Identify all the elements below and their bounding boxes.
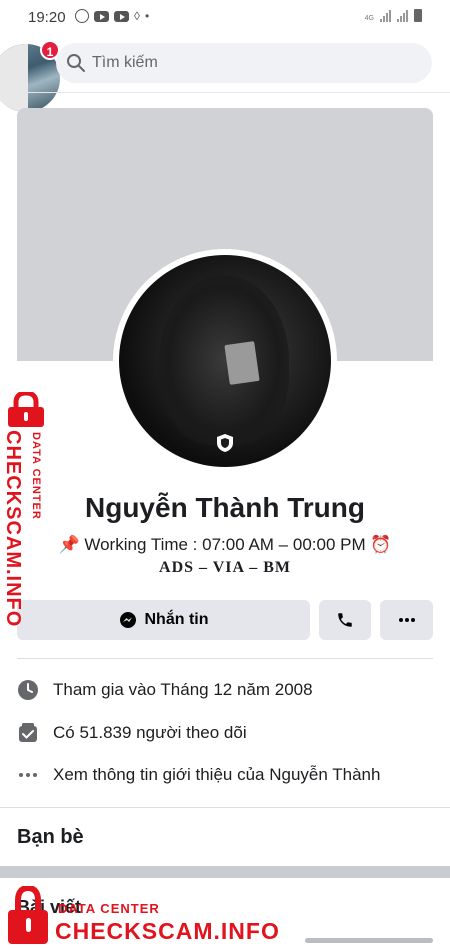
status-bar: 19:20 ◊ • 4G xyxy=(0,0,450,34)
profile-name: Nguyễn Thành Trung xyxy=(85,492,365,523)
profile-guard-shield-icon xyxy=(217,434,233,452)
section-separator xyxy=(0,866,450,878)
intro-divider xyxy=(17,658,433,659)
watermark-main-text-bottom: CHECKSCAM.INFO xyxy=(55,918,280,944)
signal-icon xyxy=(380,10,391,22)
see-intro-row[interactable]: Xem thông tin giới thiệu của Nguyễn Thàn… xyxy=(17,762,380,788)
search-bar[interactable]: Tìm kiếm xyxy=(56,43,432,83)
more-options-button[interactable] xyxy=(380,600,433,640)
header-divider xyxy=(0,92,450,93)
call-button[interactable] xyxy=(319,600,371,640)
youtube-status-icon-2 xyxy=(114,10,129,22)
message-button[interactable]: Nhắn tin xyxy=(17,600,310,640)
ethereum-status-icon: ◊ xyxy=(134,9,140,23)
battery-icon xyxy=(414,9,422,22)
watermark-small-text-bottom: DATA CENTER xyxy=(58,901,160,916)
watermark-main-text: CHECKSCAM.INFO xyxy=(2,430,24,628)
see-intro-text: Xem thông tin giới thiệu của Nguyễn Thàn… xyxy=(53,765,381,784)
ellipsis-icon xyxy=(17,764,39,786)
story-avatar-half xyxy=(0,44,28,112)
status-time: 19:20 xyxy=(28,9,66,26)
clock-icon xyxy=(17,679,39,701)
profile-photo[interactable] xyxy=(113,249,337,473)
messenger-icon xyxy=(119,612,136,628)
search-placeholder: Tìm kiếm xyxy=(92,54,158,71)
bio-working-time: 📌 Working Time : 07:00 AM – 00:00 PM ⏰ xyxy=(58,535,392,554)
search-icon xyxy=(67,54,85,72)
bio-services: ADS – VIA – BM xyxy=(159,559,291,576)
phone-icon xyxy=(338,613,352,627)
section-divider xyxy=(0,807,450,808)
followers-text: Có 51.839 người theo dõi xyxy=(53,723,247,742)
status-system-icons: 4G xyxy=(365,9,422,22)
gesture-nav-bar[interactable] xyxy=(305,938,433,943)
more-dots-icon xyxy=(398,618,415,622)
followers-row[interactable]: Có 51.839 người theo dõi xyxy=(17,720,247,746)
watermark-lock-icon-bottom xyxy=(8,886,48,944)
joined-row: Tham gia vào Tháng 12 năm 2008 xyxy=(17,677,313,703)
watermark-lock-icon xyxy=(8,392,44,427)
youtube-status-icon xyxy=(94,10,109,22)
followers-icon xyxy=(17,722,39,744)
photo-tag xyxy=(224,341,260,385)
status-notification-icons: ◊ • xyxy=(75,8,149,24)
network-type-label: 4G xyxy=(364,15,374,22)
profile-photo-image xyxy=(119,255,331,467)
photo-fabric xyxy=(159,275,289,445)
message-button-label: Nhắn tin xyxy=(144,611,209,628)
messenger-status-icon xyxy=(75,9,89,23)
signal-icon-2 xyxy=(397,10,408,22)
more-notifications-dot-icon: • xyxy=(144,9,150,23)
watermark-small-text: DATA CENTER xyxy=(30,432,42,520)
joined-text: Tham gia vào Tháng 12 năm 2008 xyxy=(53,680,313,699)
friends-section-heading[interactable]: Bạn bè xyxy=(17,826,84,849)
